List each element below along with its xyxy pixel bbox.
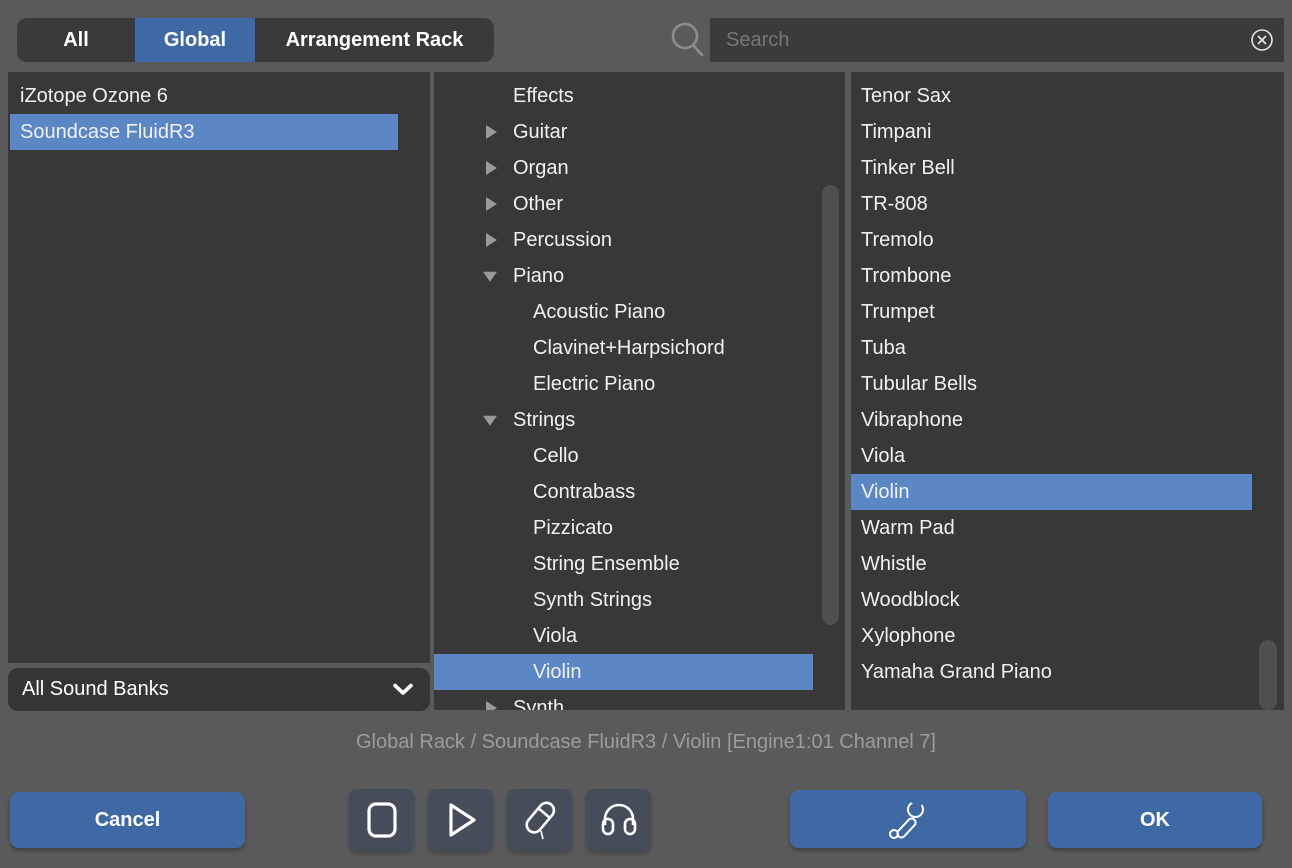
collapsed-triangle-icon[interactable]: [486, 233, 497, 247]
category-item-label: String Ensemble: [434, 546, 813, 582]
rack-filter-tabs: All Global Arrangement Rack: [17, 18, 494, 62]
category-scrollbar[interactable]: [822, 185, 839, 625]
preset-item-timpani[interactable]: Timpani: [851, 114, 1252, 150]
selection-path-status: Global Rack / Soundcase FluidR3 / Violin…: [0, 731, 1292, 754]
preset-item-trumpet[interactable]: Trumpet: [851, 294, 1252, 330]
preset-item-whistle[interactable]: Whistle: [851, 546, 1252, 582]
monitor-button[interactable]: [586, 789, 651, 851]
expanded-triangle-icon[interactable]: [483, 416, 497, 426]
category-item-label: Violin: [434, 654, 813, 690]
category-item-clavinet-harpsichord[interactable]: Clavinet+Harpsichord: [434, 330, 813, 366]
preset-item-tr-808[interactable]: TR-808: [851, 186, 1252, 222]
category-item-cello[interactable]: Cello: [434, 438, 813, 474]
preset-item-trombone[interactable]: Trombone: [851, 258, 1252, 294]
preset-item-vibraphone[interactable]: Vibraphone: [851, 402, 1252, 438]
category-item-label: Electric Piano: [434, 366, 813, 402]
tab-arrangement-rack[interactable]: Arrangement Rack: [255, 18, 494, 62]
category-item-effects[interactable]: Effects: [434, 78, 813, 114]
category-item-label: Synth Strings: [434, 582, 813, 618]
category-item-label: Clavinet+Harpsichord: [434, 330, 813, 366]
category-item-piano[interactable]: Piano: [434, 258, 813, 294]
category-item-violin[interactable]: Violin: [434, 654, 813, 690]
category-item-synth-strings[interactable]: Synth Strings: [434, 582, 813, 618]
chevron-down-icon: [392, 683, 414, 696]
collapsed-triangle-icon[interactable]: [486, 701, 497, 710]
preset-item-tuba[interactable]: Tuba: [851, 330, 1252, 366]
preset-item-yamaha-grand-piano[interactable]: Yamaha Grand Piano: [851, 654, 1252, 690]
category-item-guitar[interactable]: Guitar: [434, 114, 813, 150]
category-item-electric-piano[interactable]: Electric Piano: [434, 366, 813, 402]
plugin-item-izotope-ozone-6[interactable]: iZotope Ozone 6: [10, 78, 398, 114]
preset-item-xylophone[interactable]: Xylophone: [851, 618, 1252, 654]
preset-item-tubular-bells[interactable]: Tubular Bells: [851, 366, 1252, 402]
wrench-icon: [886, 797, 930, 841]
category-tree: EffectsGuitarOrganOtherPercussionPianoAc…: [434, 72, 845, 710]
search-icon: [668, 21, 708, 61]
play-icon: [441, 800, 481, 840]
category-item-pizzicato[interactable]: Pizzicato: [434, 510, 813, 546]
collapsed-triangle-icon[interactable]: [486, 161, 497, 175]
preset-list: Tenor SaxTimpaniTinker BellTR-808Tremolo…: [851, 72, 1284, 710]
plugin-item-soundcase-fluidr3[interactable]: Soundcase FluidR3: [10, 114, 398, 150]
category-item-label: Acoustic Piano: [434, 294, 813, 330]
category-item-acoustic-piano[interactable]: Acoustic Piano: [434, 294, 813, 330]
category-item-label: Pizzicato: [434, 510, 813, 546]
preset-scrollbar[interactable]: [1259, 640, 1277, 710]
stop-button[interactable]: [349, 789, 414, 851]
preset-item-tremolo[interactable]: Tremolo: [851, 222, 1252, 258]
tab-global[interactable]: Global: [135, 18, 255, 62]
microphone-icon: [518, 798, 562, 842]
ok-button[interactable]: OK: [1048, 792, 1262, 848]
category-item-other[interactable]: Other: [434, 186, 813, 222]
category-item-label: Effects: [434, 78, 813, 114]
category-item-label: Contrabass: [434, 474, 813, 510]
cancel-button[interactable]: Cancel: [10, 792, 245, 848]
clear-search-icon[interactable]: [1250, 28, 1274, 52]
collapsed-triangle-icon[interactable]: [486, 197, 497, 211]
sound-bank-dropdown[interactable]: All Sound Banks: [8, 668, 430, 711]
settings-button[interactable]: [790, 790, 1026, 848]
category-item-string-ensemble[interactable]: String Ensemble: [434, 546, 813, 582]
plugin-list: iZotope Ozone 6Soundcase FluidR3: [8, 72, 430, 663]
collapsed-triangle-icon[interactable]: [486, 125, 497, 139]
expanded-triangle-icon[interactable]: [483, 272, 497, 282]
preset-item-tenor-sax[interactable]: Tenor Sax: [851, 78, 1252, 114]
play-button[interactable]: [428, 789, 493, 851]
preset-item-warm-pad[interactable]: Warm Pad: [851, 510, 1252, 546]
preset-item-violin[interactable]: Violin: [851, 474, 1252, 510]
sound-bank-dropdown-value: All Sound Banks: [22, 678, 169, 701]
stop-icon: [362, 800, 402, 840]
preset-item-viola[interactable]: Viola: [851, 438, 1252, 474]
sound-browser-dialog: { "tabs": { "items": [ {"label": "All", …: [0, 0, 1292, 868]
category-item-strings[interactable]: Strings: [434, 402, 813, 438]
category-item-synth[interactable]: Synth: [434, 690, 813, 710]
category-item-organ[interactable]: Organ: [434, 150, 813, 186]
category-item-viola[interactable]: Viola: [434, 618, 813, 654]
headphones-icon: [597, 798, 641, 842]
search-input[interactable]: [710, 18, 1284, 62]
category-item-label: Cello: [434, 438, 813, 474]
category-item-contrabass[interactable]: Contrabass: [434, 474, 813, 510]
record-button[interactable]: [507, 789, 572, 851]
preset-item-tinker-bell[interactable]: Tinker Bell: [851, 150, 1252, 186]
preset-item-woodblock[interactable]: Woodblock: [851, 582, 1252, 618]
tab-all[interactable]: All: [17, 18, 135, 62]
category-item-percussion[interactable]: Percussion: [434, 222, 813, 258]
category-item-label: Viola: [434, 618, 813, 654]
